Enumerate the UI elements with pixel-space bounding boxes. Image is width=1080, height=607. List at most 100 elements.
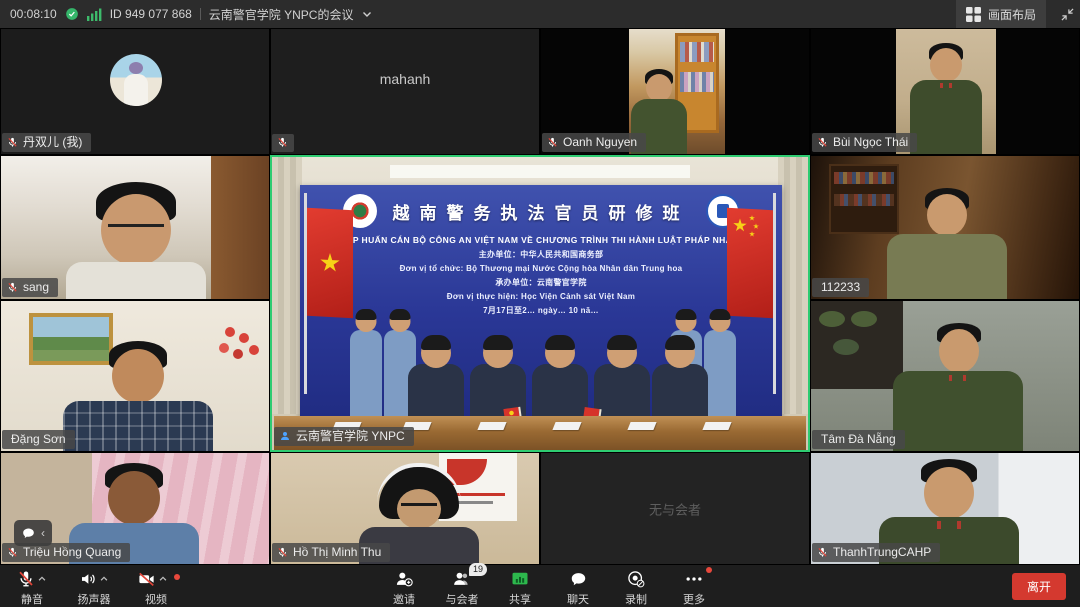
leave-button[interactable]: 离开 (1012, 573, 1066, 600)
mute-options-chevron-icon[interactable] (37, 574, 47, 584)
banner-title-cn: 越南警务执法官员研修班 (393, 199, 690, 224)
video-tile-tam[interactable]: Tâm Đà Nẵng (810, 300, 1080, 452)
speaker-button-label: 扬声器 (78, 591, 111, 607)
chat-collapse-chevron-icon: ‹ (41, 526, 45, 540)
participants-button[interactable]: 19 与会者 (442, 569, 482, 607)
cap-shelf (811, 301, 903, 389)
mute-button[interactable]: 静音 (12, 569, 52, 607)
chat-bubble-icon (21, 526, 36, 541)
exit-fullscreen-icon[interactable] (1054, 0, 1080, 28)
attendee-figure (704, 330, 736, 418)
muted-mic-icon (817, 547, 828, 558)
chat-button-label: 聊天 (567, 591, 589, 607)
layout-button-label: 画面布局 (988, 6, 1036, 23)
video-notification-dot (174, 574, 180, 580)
meeting-window: 00:08:10 ID 949 077 868 云南警官学院 YNPC的会议 画… (0, 0, 1080, 607)
video-tile-danshuanger[interactable]: 丹双儿 (我) (0, 28, 270, 155)
speaker-button[interactable]: 扬声器 (74, 569, 114, 607)
meeting-info-chevron-icon[interactable] (361, 8, 373, 20)
chat-button[interactable]: 聊天 (558, 569, 598, 607)
share-button[interactable]: 共享 (500, 569, 540, 607)
video-options-chevron-icon[interactable] (158, 574, 168, 584)
bottom-toolbar: 静音 扬声器 视频 (0, 565, 1080, 607)
participant-center-name: mahanh (271, 71, 539, 87)
encryption-shield-icon[interactable] (65, 7, 79, 21)
banner-line: Đơn vị thực hiện: Học Viện Cảnh sát Việt… (300, 292, 782, 301)
participants-count-badge: 19 (469, 563, 487, 576)
participant-nameplate: 112233 (812, 278, 869, 297)
participant-nameplate (272, 134, 294, 152)
china-flag (727, 208, 773, 318)
chat-float-widget[interactable]: ‹ (14, 520, 52, 546)
video-tile-ho[interactable]: Hồ Thị Minh Thu (270, 452, 540, 565)
speaker-options-chevron-icon[interactable] (99, 574, 109, 584)
meeting-title: 云南警官学院 YNPC的会议 (209, 6, 354, 23)
video-tile-trieu[interactable]: Triệu Hồng Quang (0, 452, 270, 565)
more-button[interactable]: 更多 (674, 569, 714, 607)
muted-mic-icon (7, 547, 18, 558)
participant-nameplate: Bùi Ngọc Thái (812, 133, 917, 152)
video-tile-112233[interactable]: 112233 (810, 155, 1080, 300)
video-button-label: 视频 (145, 591, 167, 607)
invite-button[interactable]: 邀请 (384, 569, 424, 607)
speaker-icon (79, 570, 97, 588)
muted-mic-icon (547, 137, 558, 148)
more-dots-icon (684, 569, 704, 589)
share-button-label: 共享 (509, 591, 531, 607)
video-tile-mahanh[interactable]: mahanh (270, 28, 540, 155)
flowers (225, 327, 235, 337)
door-frame (211, 156, 269, 300)
attendee-figure (652, 364, 708, 418)
layout-button[interactable]: 画面布局 (956, 0, 1046, 28)
attendee-figure (532, 364, 588, 418)
video-tile-bui[interactable]: Bùi Ngọc Thái (810, 28, 1080, 155)
video-tile-dangson[interactable]: Đặng Sơn (0, 300, 270, 452)
network-signal-icon[interactable] (87, 7, 102, 21)
participant-nameplate: 丹双儿 (我) (2, 133, 91, 152)
curtain-right (778, 157, 808, 414)
invite-person-icon (394, 569, 414, 589)
muted-mic-icon (277, 137, 288, 148)
chat-bubble-icon (569, 570, 588, 589)
person-icon (279, 430, 291, 442)
no-participant-text: 无与会者 (541, 499, 809, 518)
banner-title-vn: LỚP TẬP HUẤN CÁN BỘ CÔNG AN VIỆT NAM VỀ … (300, 235, 782, 245)
record-button-label: 录制 (625, 591, 647, 607)
attendee-figure (350, 330, 382, 418)
participant-nameplate: Oanh Nguyen (542, 133, 646, 152)
banner-line: 承办单位：云南警官学院 (300, 277, 782, 288)
topbar-divider (200, 8, 201, 20)
record-icon (626, 569, 646, 589)
participants-button-label: 与会者 (446, 591, 479, 607)
muted-mic-icon (17, 570, 35, 588)
meeting-timer: 00:08:10 (10, 7, 57, 21)
share-screen-icon (510, 569, 530, 589)
banner-line: Đơn vị tổ chức: Bộ Thương mại Nước Cộng … (300, 264, 782, 273)
wall-banner-strip (390, 165, 690, 178)
participant-nameplate: sang (2, 278, 58, 297)
video-tile-oanh[interactable]: Oanh Nguyen (540, 28, 810, 155)
top-bar: 00:08:10 ID 949 077 868 云南警官学院 YNPC的会议 画… (0, 0, 1080, 28)
video-button[interactable]: 视频 (136, 569, 176, 607)
participant-nameplate: ThanhTrungCAHP (812, 543, 940, 562)
video-tile-thanh[interactable]: ThanhTrungCAHP (810, 452, 1080, 565)
muted-mic-icon (817, 137, 828, 148)
video-tile-empty[interactable]: 无与会者 (540, 452, 810, 565)
more-button-label: 更多 (683, 591, 705, 607)
more-notification-dot (706, 567, 712, 573)
participant-nameplate: 云南警官学院 YNPC (274, 427, 414, 446)
video-tile-sang[interactable]: sang (0, 155, 270, 300)
mute-button-label: 静音 (21, 591, 43, 607)
avatar (110, 54, 162, 106)
vietnam-flag (307, 208, 353, 318)
flag-pole-right (773, 193, 776, 394)
participant-nameplate: Đặng Sơn (2, 430, 75, 449)
attendee-figure (594, 364, 650, 418)
record-button[interactable]: 录制 (616, 569, 656, 607)
video-grid: 丹双儿 (我) mahanh (0, 28, 1080, 565)
muted-mic-icon (277, 547, 288, 558)
participant-nameplate: Hồ Thị Minh Thu (272, 543, 390, 562)
meeting-id: ID 949 077 868 (110, 7, 192, 21)
video-tile-ynpc[interactable]: 越南警务执法官员研修班 LỚP TẬP HUẤN CÁN BỘ CÔNG AN … (270, 155, 810, 452)
participant-nameplate: Tâm Đà Nẵng (812, 430, 905, 449)
